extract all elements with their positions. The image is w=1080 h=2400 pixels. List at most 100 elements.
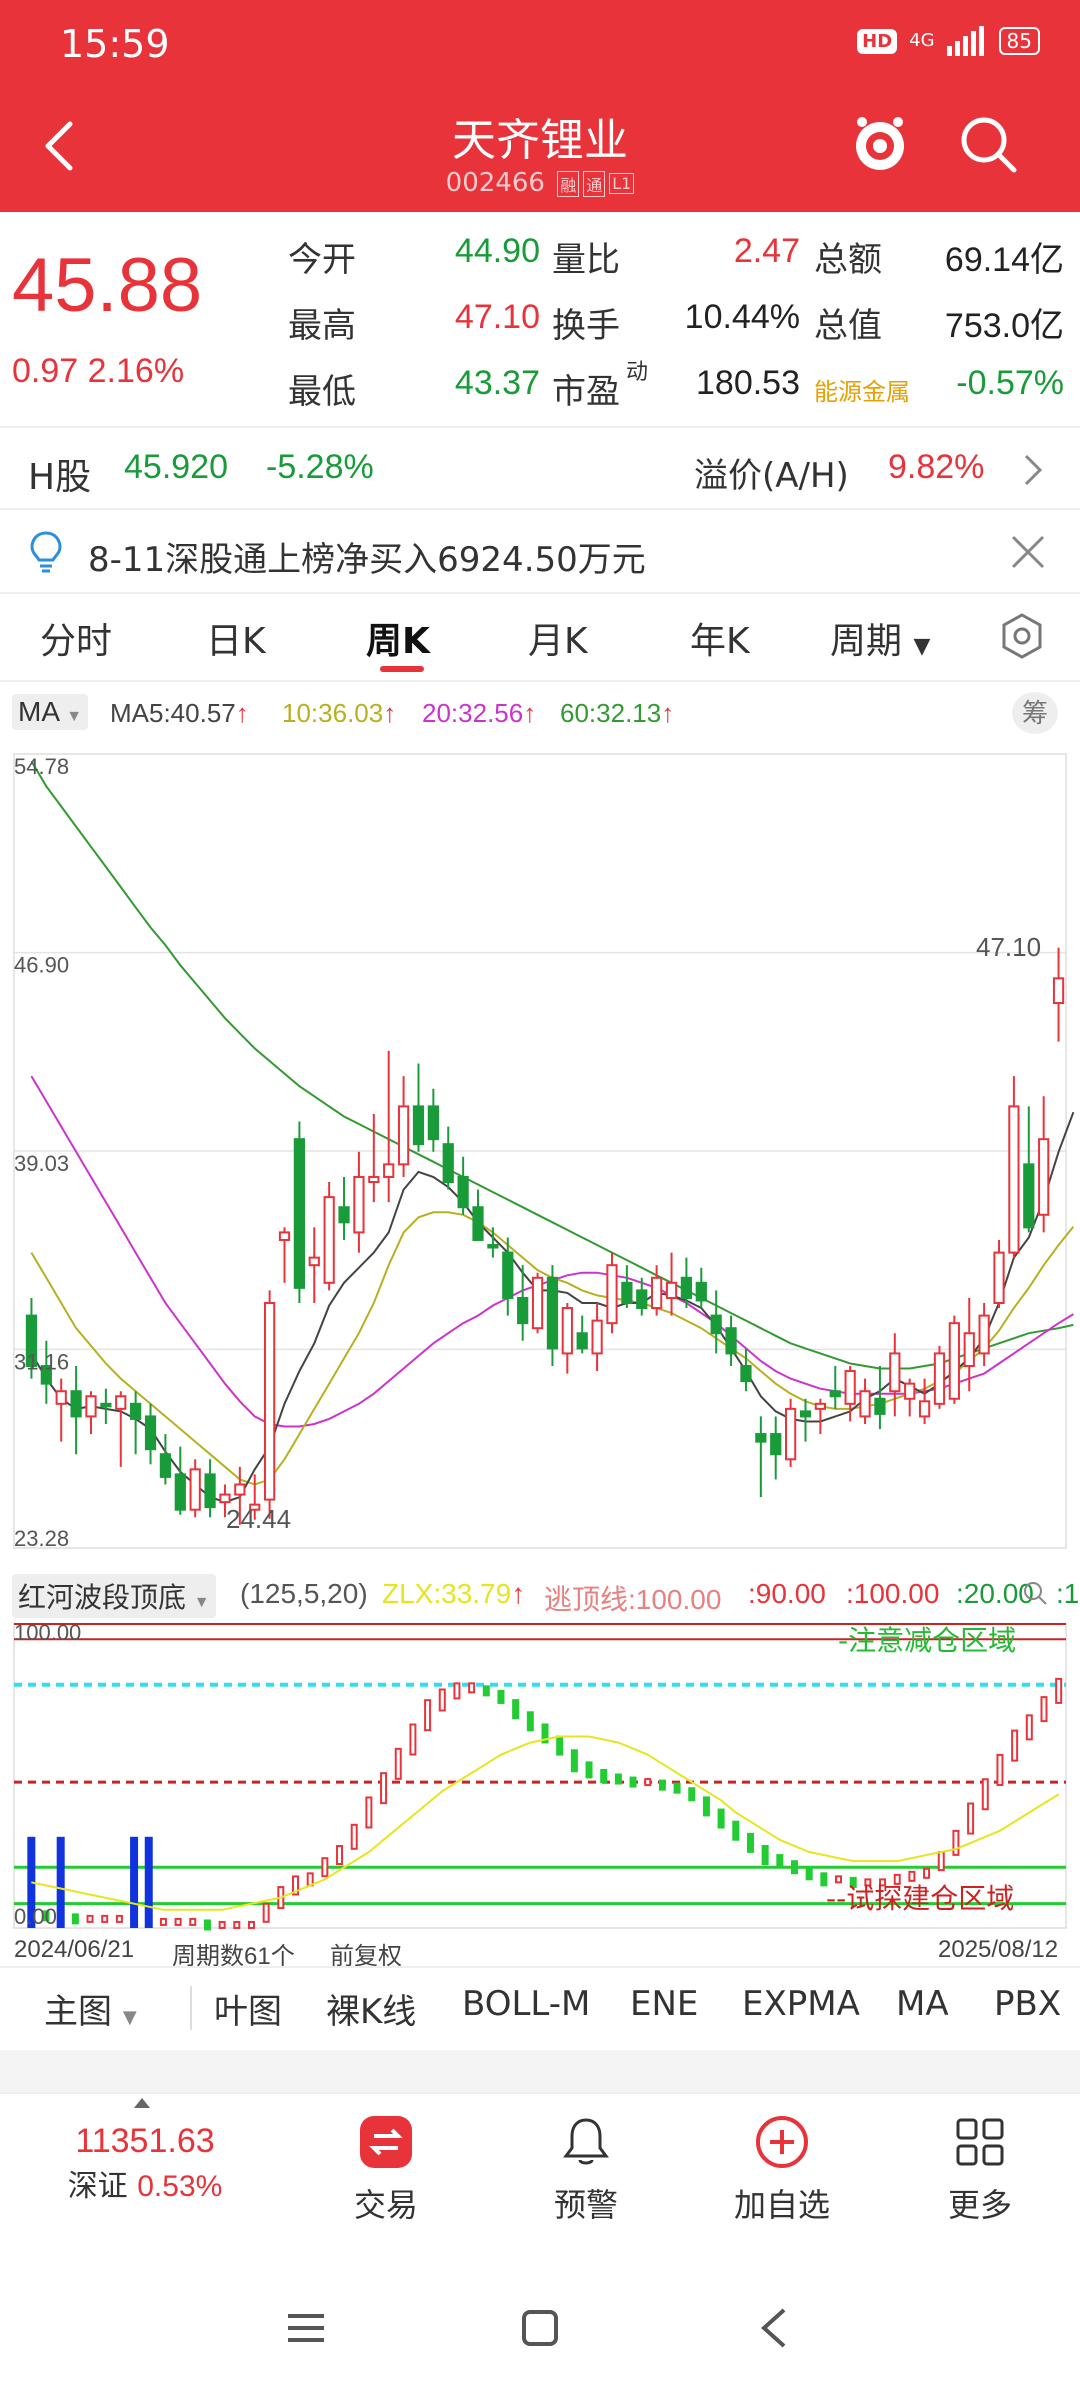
sub-axis-top: 100.00 [14,1620,81,1645]
candle-body [948,1322,960,1400]
zoom-icon[interactable] [1022,1580,1048,1606]
stat-label: 总值 [814,306,882,346]
candle [55,1378,67,1442]
candle-body [651,1276,663,1310]
candle-body [844,1370,856,1405]
indicator-ene[interactable]: ENE [630,1984,698,2024]
indicator-expma[interactable]: EXPMA [742,1984,860,2024]
close-icon[interactable] [1010,534,1046,570]
candle [710,1290,722,1354]
candle-body [55,1390,67,1405]
candle-body [904,1382,916,1400]
stat-label: 市盈 [552,372,620,412]
candle [1023,1106,1035,1233]
signal-bar [56,1836,65,1928]
tab-daily[interactable]: 日K [206,612,266,664]
candle [874,1366,886,1430]
nav-more-label: 更多 [947,2186,1012,2224]
indicator-naked-k[interactable]: 裸K线 [326,1984,416,2033]
search-icon[interactable] [956,112,1020,176]
battery-icon: 85 [998,27,1040,55]
candle [829,1366,841,1409]
divider [0,592,1080,594]
indicator-bar [394,1747,402,1780]
stat-value: 10.44% [684,298,800,336]
stat-label: 总额 [814,240,882,280]
candle-body [1052,977,1065,1005]
candle-body [457,1175,469,1209]
up-arrow-icon: ↑ [661,698,675,728]
kline-chart-area[interactable]: 54.78 46.90 39.03 31.16 23.28 47.10 24.44 [0,742,1080,1568]
indicator-pbx[interactable]: PBX [994,1984,1061,2024]
stat-value: 43.37 [454,364,540,402]
mascot-icon[interactable] [848,112,912,176]
stat-value: 2.47 [733,232,800,270]
menu-icon[interactable] [286,2308,326,2348]
sub-indicator-chart[interactable]: 100.00 0.00 -注意减仓区域 --试探建仓区域 [0,1618,1080,1934]
indicator-bar [1040,1696,1048,1723]
indicator-bar [71,1913,79,1925]
start-date: 2024/06/21 [14,1936,135,1963]
indicator-bar [732,1820,740,1841]
candle [70,1366,82,1455]
indicator-bar [512,1699,520,1720]
candle [904,1378,916,1417]
nav-trade[interactable]: 交易 [326,2108,446,2238]
tab-monthly[interactable]: 月K [528,612,588,664]
candle-body [1038,1138,1050,1216]
ma5-text: MA5:40.57 [110,698,236,728]
nav-more[interactable]: 更多 [920,2108,1040,2238]
tab-weekly[interactable]: 周K [366,612,430,664]
index-ticker[interactable]: 11351.63 深证 0.53% [0,2122,290,2205]
candle [368,1113,380,1203]
indicator-bar [908,1870,916,1882]
up-arrow-icon: ↑ [235,698,249,728]
candle [323,1182,335,1291]
home-icon[interactable] [520,2308,560,2348]
indicator-bar [101,1914,109,1923]
sub-indicator-selector[interactable]: 红河波段顶底 ▼ [12,1574,216,1618]
indicator-bar [174,1917,182,1926]
indicator-bar [86,1914,94,1923]
candle-body [636,1289,648,1310]
news-notice[interactable]: 8-11深股通上榜净买入6924.50万元 [0,512,1080,592]
candle-body [487,1244,499,1249]
settings-hex-icon[interactable] [998,612,1046,660]
zlx-text: ZLX:33.79 [382,1578,512,1609]
indicator-ma[interactable]: MA [896,1984,949,2024]
candle [561,1302,573,1374]
tab-yearly[interactable]: 年K [690,612,750,664]
kline-chart[interactable]: 54.78 46.90 39.03 31.16 23.28 47.10 24.44 [0,742,1080,1568]
indicator-main-chart[interactable]: 主图 ▼ [44,1984,137,2033]
tag-connect: 通 [583,170,606,197]
indicator-bar [673,1782,681,1794]
build-zone-label: --试探建仓区域 [826,1882,1014,1915]
indicator-bar [409,1723,417,1756]
price-axis-label: 31.16 [14,1349,69,1374]
h-share-row[interactable]: H股 45.920 -5.28% 溢价(A/H) 9.82% [0,428,1080,508]
sub-indicator-name: 红河波段顶底 [18,1582,187,1613]
stat-label: 最低 [288,372,356,412]
candle [948,1315,960,1404]
sub-indicator-chart-area[interactable]: 100.00 0.00 -注意减仓区域 --试探建仓区域 [0,1618,1080,1934]
candle-body [695,1281,707,1302]
tab-intraday[interactable]: 分时 [40,612,112,664]
up-arrow-icon: ↑ [523,698,537,728]
candle-body [680,1276,693,1299]
candle-body [799,1410,812,1418]
nav-add-watchlist[interactable]: 加自选 [722,2108,842,2238]
nav-alert[interactable]: 预警 [526,2108,646,2238]
candle [397,1076,410,1177]
indicator-seal[interactable]: 叶图 [214,1984,282,2033]
candle [814,1398,827,1435]
caret-down-icon: ▼ [913,634,931,659]
tab-period[interactable]: 周期 ▼ [830,612,930,664]
candle-body [606,1264,618,1325]
indicator-boll-m[interactable]: BOLL-M [462,1984,590,2024]
candle-body [219,1493,231,1504]
ma-selector[interactable]: MA ▼ [12,694,89,730]
back-icon[interactable] [758,2306,788,2350]
candle [308,1227,320,1303]
indicator-bar [482,1685,490,1697]
chip-distribution-button[interactable]: 筹 [1012,692,1058,734]
